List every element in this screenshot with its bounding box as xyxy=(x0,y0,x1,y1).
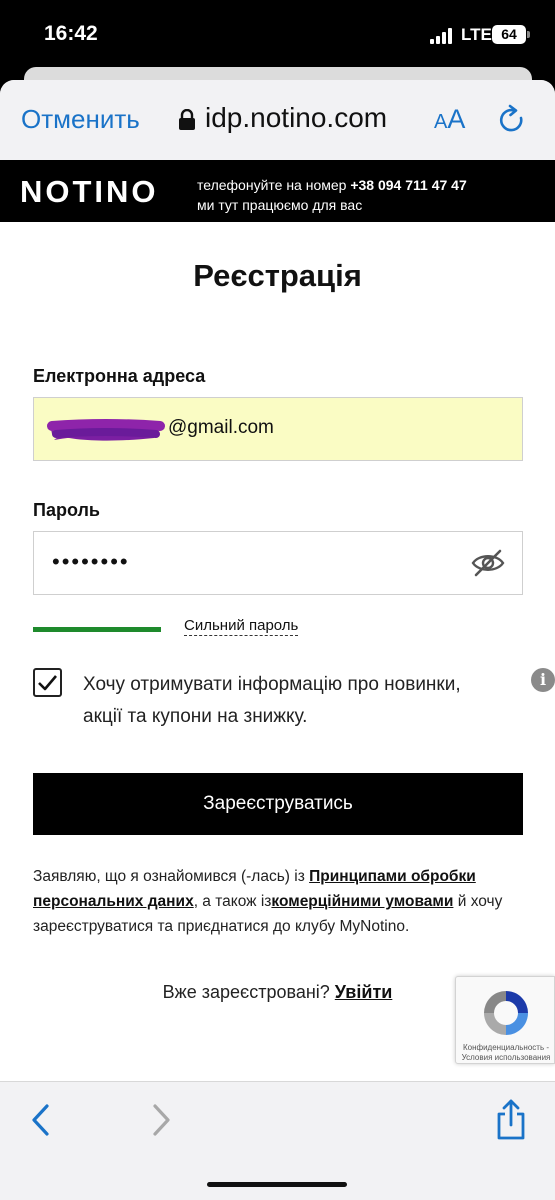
password-strength-bar xyxy=(33,627,161,632)
password-strength-label: Сильний пароль xyxy=(184,617,299,636)
register-button[interactable]: Зареєструватись xyxy=(33,773,523,835)
contact-info: телефонуйте на номер +38 094 711 47 47 м… xyxy=(197,175,467,215)
browser-bottom-bar xyxy=(0,1081,555,1200)
signal-icon xyxy=(430,28,456,44)
home-indicator[interactable] xyxy=(207,1182,347,1187)
password-field[interactable]: •••••••• xyxy=(33,531,523,595)
recaptcha-icon xyxy=(484,991,528,1035)
page-title: Реєстрація xyxy=(193,258,362,293)
status-bar: 16:42 LTE 64 xyxy=(0,0,555,70)
email-label: Електронна адреса xyxy=(33,366,206,386)
network-type: LTE xyxy=(461,25,492,44)
email-field[interactable]: @gmail.com xyxy=(33,397,523,461)
eye-off-icon[interactable] xyxy=(471,547,505,579)
recaptcha-badge[interactable]: Конфиденциальность - Условия использован… xyxy=(455,976,555,1064)
redaction-scribble xyxy=(47,419,165,441)
browser-top-bar: Отменить idp.notino.com AA xyxy=(0,80,555,160)
info-icon[interactable]: i xyxy=(531,668,555,692)
browser-sheet: Отменить idp.notino.com AA NOTINO телефо… xyxy=(0,80,555,1200)
password-label: Пароль xyxy=(33,500,100,520)
email-value: @gmail.com xyxy=(168,417,274,438)
reload-icon[interactable] xyxy=(497,104,527,136)
recaptcha-terms[interactable]: Условия использования xyxy=(462,1053,551,1062)
site-header: NOTINO телефонуйте на номер +38 094 711 … xyxy=(0,160,555,222)
notino-logo[interactable]: NOTINO xyxy=(20,174,159,210)
consent-text-part: , а також із xyxy=(193,893,272,910)
recaptcha-links[interactable]: Конфиденциальность - Условия использован… xyxy=(458,1043,554,1063)
battery-icon: 64 xyxy=(492,25,526,44)
phone-number[interactable]: +38 094 711 47 47 xyxy=(350,177,466,193)
status-time: 16:42 xyxy=(44,22,98,45)
url-field[interactable]: idp.notino.com xyxy=(205,102,387,134)
newsletter-label[interactable]: Хочу отримувати інформацію про новинки, … xyxy=(83,669,463,733)
terms-link[interactable]: комерційними умовами xyxy=(271,893,453,910)
lock-icon xyxy=(179,109,195,130)
text-size-small: A xyxy=(434,111,448,133)
login-prompt-text: Вже зареєстровані? xyxy=(162,982,335,1002)
forward-icon[interactable] xyxy=(148,1102,174,1138)
cancel-button[interactable]: Отменить xyxy=(21,104,140,135)
phone-hours: ми тут працюємо для вас xyxy=(197,197,363,213)
checkmark-icon xyxy=(38,675,57,691)
consent-text: Заявляю, що я ознайомився (-лась) із При… xyxy=(33,864,528,939)
battery-tip xyxy=(527,31,530,38)
back-icon[interactable] xyxy=(28,1102,54,1138)
text-size-big: A xyxy=(447,104,466,134)
phone-prefix: телефонуйте на номер xyxy=(197,177,347,193)
consent-text-part: Заявляю, що я ознайомився (-лась) із xyxy=(33,868,310,885)
share-icon[interactable] xyxy=(493,1098,529,1142)
recaptcha-privacy[interactable]: Конфиденциальность - xyxy=(463,1043,549,1052)
newsletter-checkbox[interactable] xyxy=(33,668,62,697)
password-value: •••••••• xyxy=(52,549,130,574)
login-link[interactable]: Увійти xyxy=(335,982,393,1002)
text-size-button[interactable]: AA xyxy=(434,104,465,135)
